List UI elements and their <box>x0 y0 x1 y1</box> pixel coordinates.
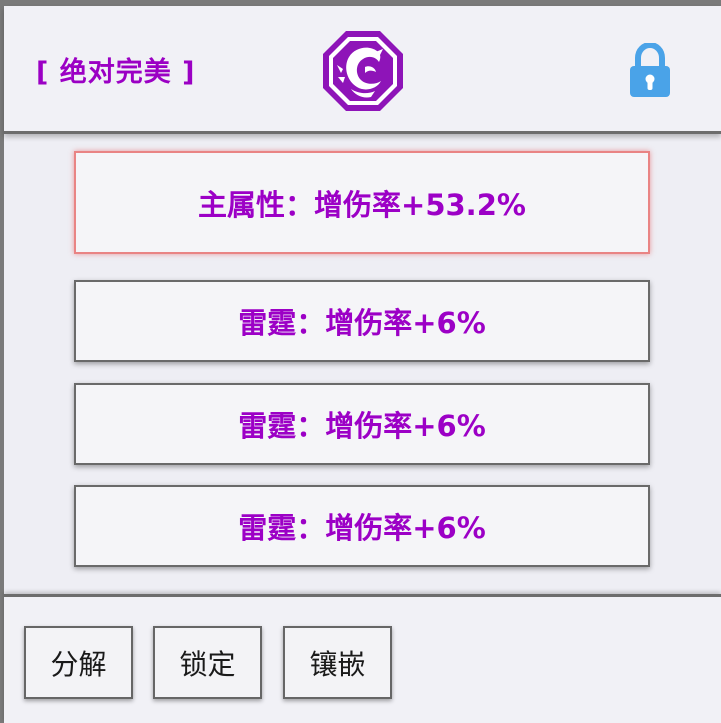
panel-header: [ 绝对完美 ] <box>4 6 721 134</box>
lock-button[interactable]: 锁定 <box>153 626 262 699</box>
equipment-detail-panel: [ 绝对完美 ] 主属性：增伤率+53.2% 雷霆：增伤率+6% 雷霆：增伤率+… <box>4 6 721 723</box>
quality-label: [ 绝对完美 ] <box>36 57 196 88</box>
decompose-button[interactable]: 分解 <box>24 626 133 699</box>
lock-icon[interactable] <box>628 43 672 99</box>
sub-attribute-3: 雷霆：增伤率+6% <box>74 485 650 567</box>
main-attribute: 主属性：增伤率+53.2% <box>74 151 650 254</box>
sub-attribute-1: 雷霆：增伤率+6% <box>74 280 650 362</box>
action-bar: 分解 锁定 镶嵌 <box>4 594 721 723</box>
sub-attribute-2: 雷霆：增伤率+6% <box>74 383 650 465</box>
dragon-emblem-icon <box>323 31 403 111</box>
inlay-button[interactable]: 镶嵌 <box>283 626 392 699</box>
